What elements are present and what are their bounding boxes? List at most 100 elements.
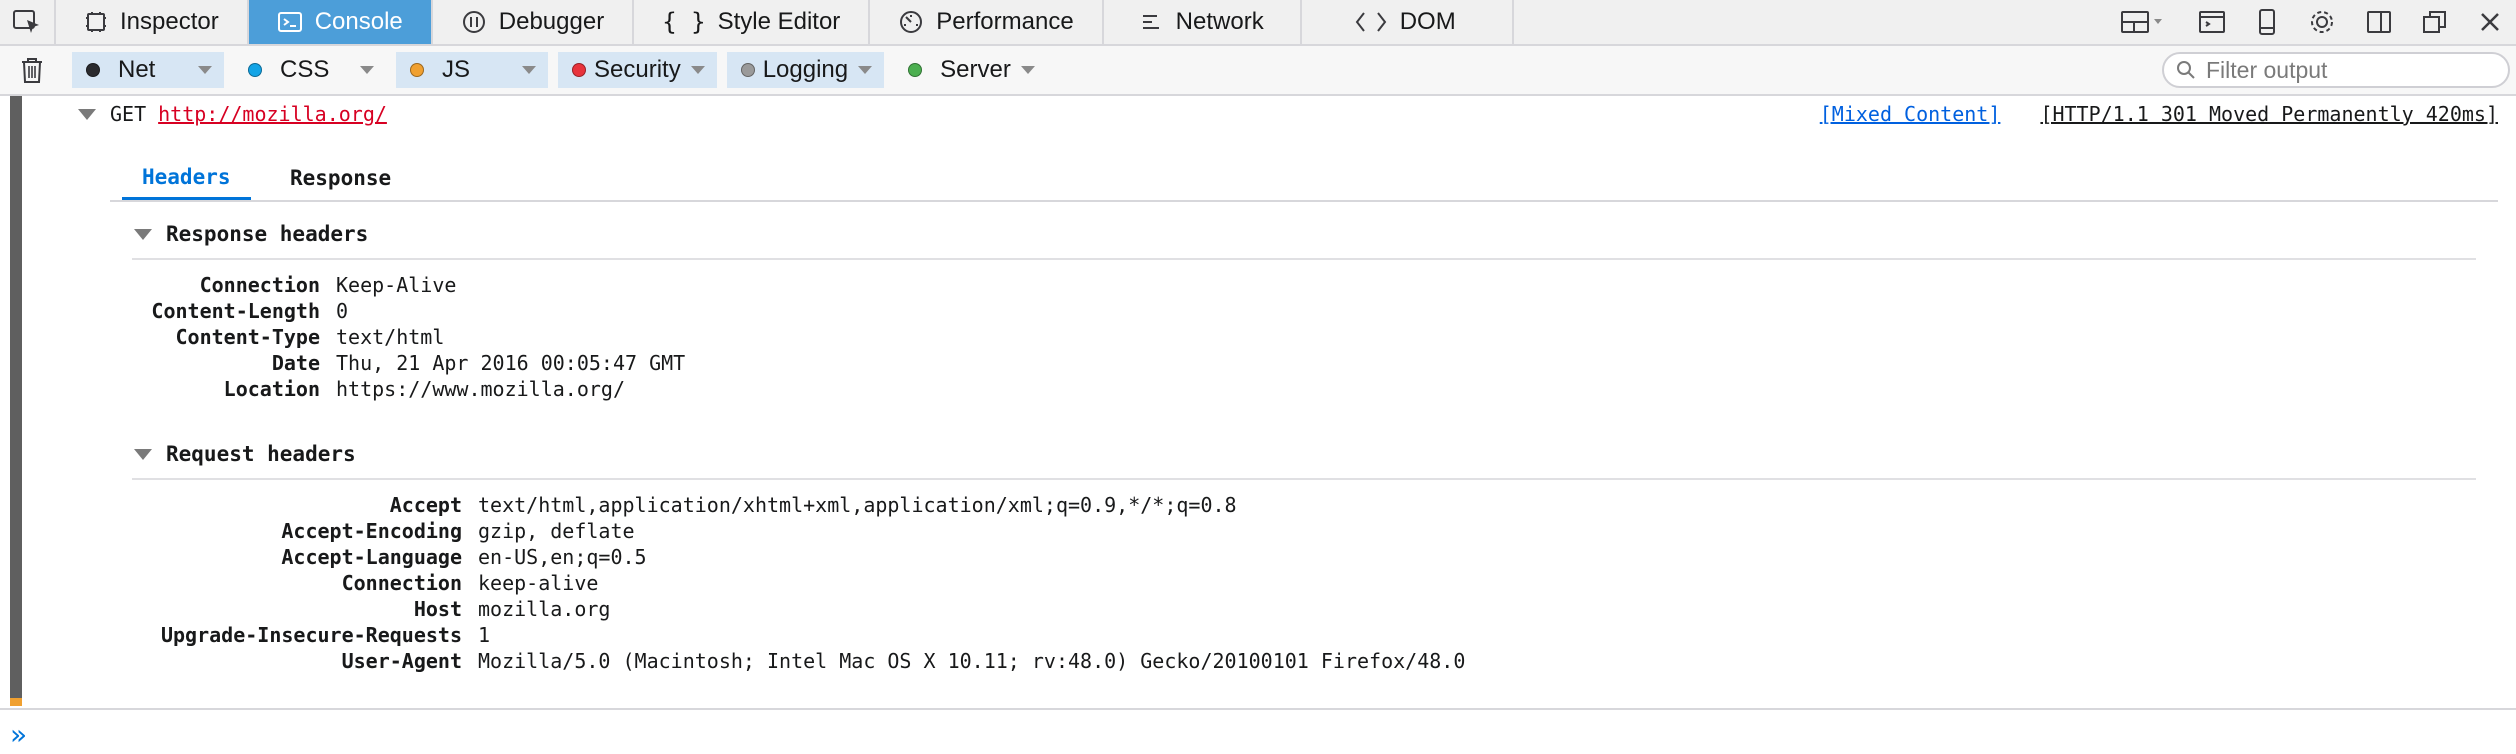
trash-icon	[22, 58, 42, 83]
net-color-dot	[86, 63, 100, 77]
filter-label: Net	[118, 56, 156, 83]
tab-label: Console	[314, 8, 403, 35]
header-value: Keep-Alive	[336, 273, 457, 297]
tab-label: Performance	[936, 8, 1074, 35]
inspector-icon	[86, 12, 106, 32]
header-row: Connection Keep-Alive	[132, 272, 685, 298]
filter-net[interactable]: Net	[72, 52, 224, 88]
divider	[132, 478, 2476, 480]
header-row: Accept text/html,application/xhtml+xml,a…	[132, 492, 1465, 518]
tab-label: Style Editor	[717, 8, 841, 35]
chevron-down-icon[interactable]	[360, 66, 374, 74]
filter-output-input[interactable]	[2204, 55, 2498, 85]
response-headers-section[interactable]: Response headers	[134, 222, 368, 246]
header-value: Thu, 21 Apr 2016 00:05:47 GMT	[336, 351, 686, 375]
chevron-down-icon[interactable]	[858, 66, 873, 74]
header-value: Mozilla/5.0 (Macintosh; Intel Mac OS X 1…	[478, 649, 1466, 673]
console-output: GET http://mozilla.org/ [Mixed Content] …	[0, 96, 2516, 706]
responsive-design-button[interactable]	[2256, 8, 2278, 36]
dock-layout-icon	[2121, 11, 2162, 33]
responsive-design-icon	[2259, 9, 2275, 35]
request-method: GET	[110, 102, 147, 126]
undock-window-button[interactable]	[2422, 9, 2448, 35]
dom-icon	[1355, 12, 1386, 32]
request-headers-section[interactable]: Request headers	[134, 442, 356, 466]
chevron-down-icon[interactable]	[1020, 66, 1035, 74]
style-editor-icon: { }	[662, 8, 706, 36]
console-input[interactable]	[38, 716, 2502, 748]
collapse-twisty-icon[interactable]	[134, 448, 152, 460]
performance-icon	[900, 11, 923, 33]
prompt-chevron-icon: »	[10, 718, 28, 751]
header-name: User-Agent	[341, 649, 462, 673]
gutter-marker	[10, 698, 22, 706]
tab-inspector[interactable]: Inspector	[56, 0, 249, 44]
header-row: Accept-Encoding gzip, deflate	[132, 518, 1465, 544]
header-name: Host	[413, 597, 462, 621]
filter-output-box	[2162, 52, 2510, 88]
tab-console[interactable]: Console	[248, 0, 433, 44]
tab-response[interactable]: Response	[270, 156, 411, 200]
clear-output-button[interactable]	[20, 56, 44, 89]
settings-icon	[2311, 11, 2333, 33]
tab-network[interactable]: Network	[1104, 0, 1302, 44]
devtools-toolbar: Inspector Console Debugger { } Style Edi…	[0, 0, 2516, 46]
request-status-link[interactable]: [HTTP/1.1 301 Moved Permanently 420ms]	[2040, 102, 2498, 126]
collapse-twisty-icon[interactable]	[134, 228, 152, 240]
dock-side-button[interactable]	[2366, 9, 2392, 35]
filter-label: JS	[442, 56, 471, 83]
header-value: 0	[336, 299, 349, 323]
collapse-twisty-icon[interactable]	[78, 108, 96, 120]
filter-server[interactable]: Server	[894, 52, 1047, 88]
tab-style-editor[interactable]: { } Style Editor	[634, 0, 871, 44]
header-row: Date Thu, 21 Apr 2016 00:05:47 GMT	[132, 350, 685, 376]
undock-window-icon	[2423, 11, 2446, 33]
response-headers-table: Connection Keep-Alive Content-Length 0 C…	[132, 272, 685, 402]
header-value: gzip, deflate	[478, 519, 635, 543]
header-name: Content-Length	[151, 299, 320, 323]
mixed-content-link[interactable]: [Mixed Content]	[1820, 102, 2001, 126]
tab-label: Inspector	[120, 8, 219, 35]
console-icon	[277, 12, 302, 32]
chevron-down-icon[interactable]	[690, 66, 705, 74]
request-detail-tabs: Headers Response	[110, 156, 2498, 202]
element-picker-button[interactable]	[0, 0, 56, 44]
split-console-button[interactable]	[2198, 9, 2226, 35]
network-request-line[interactable]: GET http://mozilla.org/	[78, 102, 387, 126]
close-icon	[2481, 13, 2499, 31]
close-toolbox-button[interactable]	[2478, 10, 2502, 34]
split-console-icon	[2199, 11, 2225, 33]
filter-label: Logging	[762, 56, 849, 83]
filter-css[interactable]: CSS	[234, 52, 386, 88]
header-name: Accept-Language	[281, 545, 462, 569]
filter-logging[interactable]: Logging	[726, 52, 885, 88]
dock-layout-button[interactable]	[2120, 9, 2168, 35]
filter-js[interactable]: JS	[396, 52, 548, 88]
tab-debugger[interactable]: Debugger	[433, 0, 635, 44]
debugger-icon	[462, 11, 485, 33]
search-icon	[2177, 61, 2195, 79]
settings-button[interactable]	[2308, 8, 2336, 36]
header-name: Upgrade-Insecure-Requests	[160, 623, 462, 647]
header-name: Location	[223, 377, 320, 401]
filter-security[interactable]: Security	[558, 52, 717, 88]
chevron-down-icon[interactable]	[522, 66, 536, 74]
divider	[132, 258, 2476, 260]
network-icon	[1142, 15, 1159, 29]
header-row: Connection keep-alive	[132, 570, 1465, 596]
tab-performance[interactable]: Performance	[870, 0, 1104, 44]
toolbox-tabs: Inspector Console Debugger { } Style Edi…	[56, 0, 1514, 44]
section-title: Response headers	[166, 222, 369, 246]
tab-dom[interactable]: DOM	[1302, 0, 1514, 44]
header-value: https://www.mozilla.org/	[336, 377, 625, 401]
section-title: Request headers	[166, 442, 356, 466]
request-url-link[interactable]: http://mozilla.org/	[158, 102, 387, 126]
header-name: Content-Type	[175, 325, 321, 349]
css-color-dot	[248, 63, 262, 77]
header-row: Content-Length 0	[132, 298, 685, 324]
tab-label: Network	[1175, 8, 1264, 35]
tab-headers[interactable]: Headers	[122, 156, 251, 200]
chevron-down-icon[interactable]	[198, 66, 212, 74]
security-color-dot	[572, 63, 586, 77]
filter-buttons: Net CSS JS Security Logging Server	[72, 52, 1047, 88]
